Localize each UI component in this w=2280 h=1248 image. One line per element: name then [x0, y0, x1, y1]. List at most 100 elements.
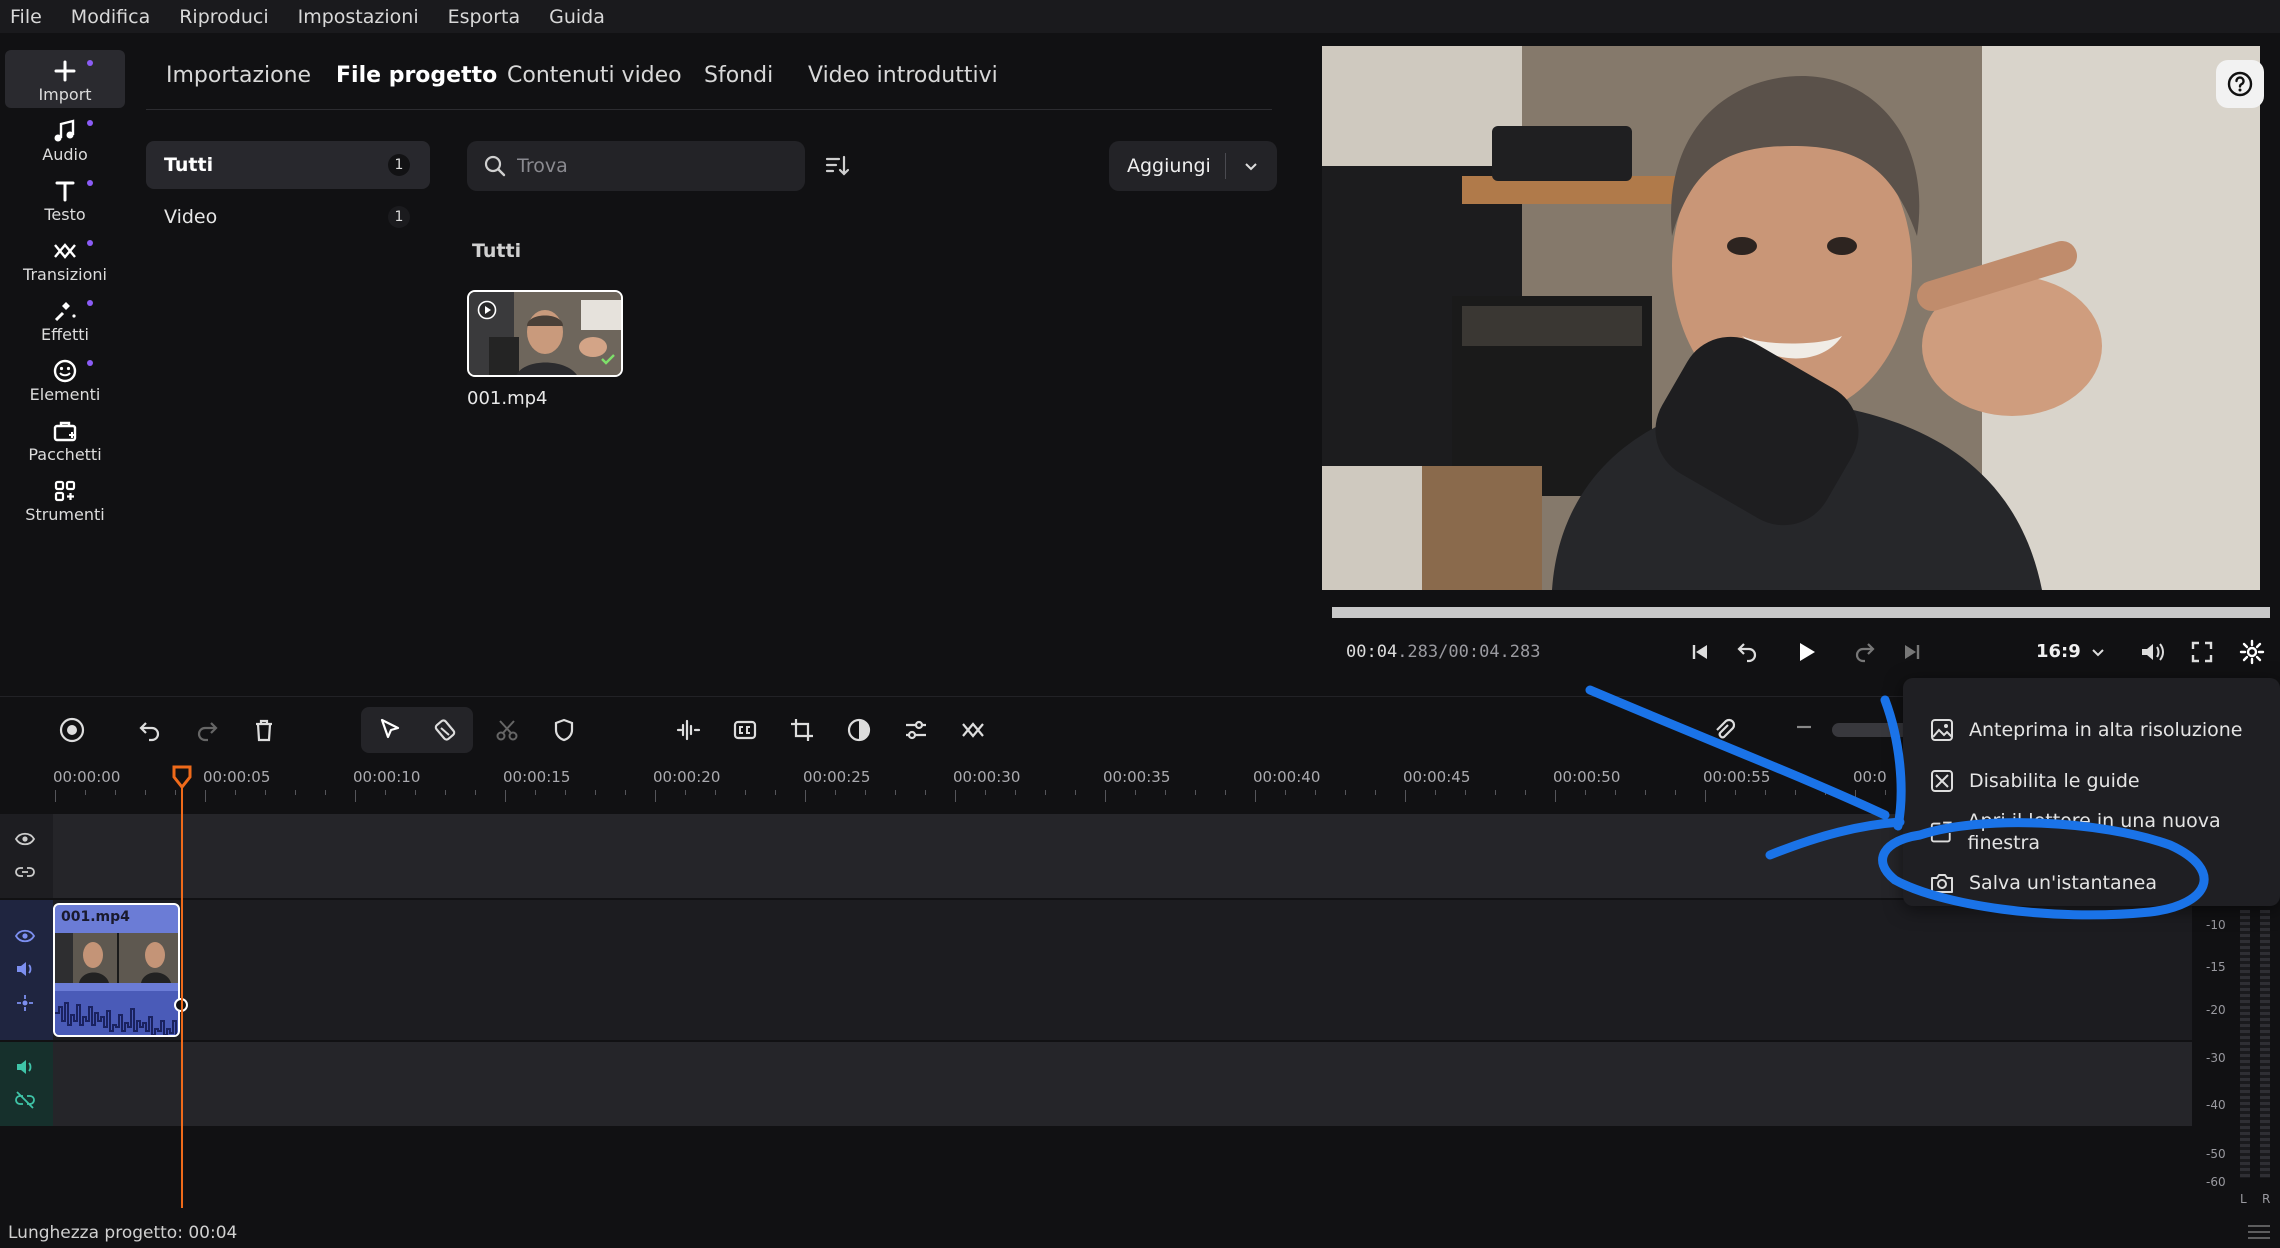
media-thumbnail[interactable] [467, 290, 623, 377]
ruler-tick [745, 790, 746, 795]
menu-export[interactable]: Esporta [448, 6, 521, 28]
track-lane[interactable] [53, 814, 2192, 898]
track-lane[interactable] [53, 1042, 2192, 1126]
gear-icon[interactable] [2238, 638, 2266, 666]
marker-tool[interactable] [429, 713, 463, 747]
volume-icon[interactable] [2138, 638, 2166, 666]
menu-item-high-res-preview[interactable]: Anteprima in alta risoluzione [1929, 713, 2242, 747]
menu-item-open-new-window[interactable]: Apri il lettore in una nuova finestra [1929, 810, 2280, 854]
eye-icon[interactable] [14, 925, 36, 947]
captions-icon [733, 720, 757, 740]
split-button[interactable] [490, 713, 524, 747]
playback-progress-bar[interactable] [1332, 607, 2270, 618]
tab-intro-videos[interactable]: Video introduttivi [808, 63, 998, 88]
video-preview[interactable] [1322, 46, 2260, 590]
category-all[interactable]: Tutti 1 [146, 141, 430, 189]
rail-elements[interactable]: Elementi [5, 350, 125, 408]
tab-video-content[interactable]: Contenuti video [507, 63, 682, 88]
meter-label: -50 [2206, 1147, 2226, 1161]
menu-help[interactable]: Guida [549, 6, 605, 28]
adjust-button[interactable] [899, 713, 933, 747]
link-button[interactable] [1707, 713, 1741, 747]
ruler-tick [325, 790, 326, 795]
step-forward-icon[interactable] [1850, 638, 1878, 666]
timeline-ruler[interactable]: 00:00:00 00:00:05 00:00:10 00:00:15 00:00:20… [0, 762, 1976, 810]
sliders-icon [906, 720, 926, 740]
tab-backgrounds[interactable]: Sfondi [704, 63, 773, 88]
rail-import[interactable]: Import [5, 50, 125, 108]
select-tool[interactable] [373, 713, 407, 747]
package-icon [53, 421, 77, 442]
zoom-slider[interactable] [1832, 723, 1912, 737]
rail-packages[interactable]: Pacchetti [5, 410, 125, 468]
captions-button[interactable] [728, 713, 762, 747]
ruler-tick [1375, 790, 1376, 795]
video-clip[interactable]: 001.mp4 [53, 903, 180, 1037]
tab-import[interactable]: Importazione [166, 63, 311, 88]
ruler-tick [535, 790, 536, 795]
effects-icon[interactable] [14, 992, 36, 1014]
ruler-label: 00:00:15 [503, 768, 571, 786]
undo-button[interactable] [133, 713, 167, 747]
playhead-handle[interactable] [171, 765, 193, 789]
add-button[interactable]: Aggiungi [1109, 141, 1277, 191]
menu-item-disable-guides[interactable]: Disabilita le guide [1929, 764, 2140, 798]
category-video[interactable]: Video 1 [146, 193, 430, 241]
playhead[interactable] [181, 768, 183, 1208]
ruler-tick [1165, 790, 1166, 795]
color-button[interactable] [842, 713, 876, 747]
preview-settings-menu: Anteprima in alta risoluzione Disabilita… [1903, 678, 2280, 906]
volume-icon[interactable] [14, 958, 36, 980]
redo-icon [197, 722, 218, 742]
list-icon[interactable] [2246, 1222, 2272, 1242]
ruler-tick [265, 790, 266, 795]
menu-item-label: Apri il lettore in una nuova finestra [1967, 810, 2221, 854]
crop-button[interactable] [785, 713, 819, 747]
add-dropdown[interactable] [1226, 158, 1276, 174]
link-icon[interactable] [14, 861, 36, 883]
meter-label: -15 [2206, 960, 2226, 974]
eye-icon[interactable] [14, 828, 36, 850]
delete-button[interactable] [247, 713, 281, 747]
redo-button[interactable] [190, 713, 224, 747]
track-header [0, 900, 53, 1040]
menu-settings[interactable]: Impostazioni [298, 6, 419, 28]
zoom-out-button[interactable] [1790, 713, 1818, 745]
rail-audio[interactable]: Audio [5, 110, 125, 168]
ruler-label: 00:00:05 [203, 768, 271, 786]
time-current: 00:04 [1346, 642, 1398, 662]
help-button[interactable] [2216, 60, 2264, 108]
rail-tools[interactable]: Strumenti [5, 470, 125, 528]
shield-button[interactable] [547, 713, 581, 747]
skip-start-icon[interactable] [1686, 638, 1714, 666]
search-input[interactable] [517, 155, 777, 177]
menu-play[interactable]: Riproduci [179, 6, 268, 28]
volume-icon[interactable] [14, 1056, 36, 1078]
menu-file[interactable]: File [10, 6, 42, 28]
rail-label: Transizioni [23, 265, 107, 284]
fullscreen-icon[interactable] [2188, 638, 2216, 666]
sort-icon[interactable] [824, 153, 850, 179]
transition-button[interactable] [956, 713, 990, 747]
media-section-title: Tutti [472, 240, 522, 262]
rail-text[interactable]: Testo [5, 170, 125, 228]
aspect-ratio-select[interactable]: 16:9 [2036, 641, 2081, 662]
add-button-label: Aggiungi [1127, 155, 1211, 177]
record-button[interactable] [55, 713, 89, 747]
rail-transitions[interactable]: Transizioni [5, 230, 125, 288]
skip-end-icon[interactable] [1898, 638, 1926, 666]
play-icon[interactable] [1792, 638, 1820, 666]
rail-label: Testo [44, 205, 86, 224]
menu-item-save-snapshot[interactable]: Salva un'istantanea [1929, 866, 2157, 900]
chevron-down-icon[interactable] [2090, 644, 2106, 660]
ruler-tick [505, 790, 506, 802]
rail-effects[interactable]: Effetti [5, 290, 125, 348]
ruler-tick [1765, 790, 1766, 795]
menu-edit[interactable]: Modifica [71, 6, 150, 28]
step-back-icon[interactable] [1734, 638, 1762, 666]
unlink-icon[interactable] [14, 1089, 36, 1111]
search-box [467, 141, 805, 191]
track-lane[interactable] [53, 900, 2192, 1040]
audio-button[interactable] [671, 713, 705, 747]
tab-project-files[interactable]: File progetto [336, 63, 497, 88]
